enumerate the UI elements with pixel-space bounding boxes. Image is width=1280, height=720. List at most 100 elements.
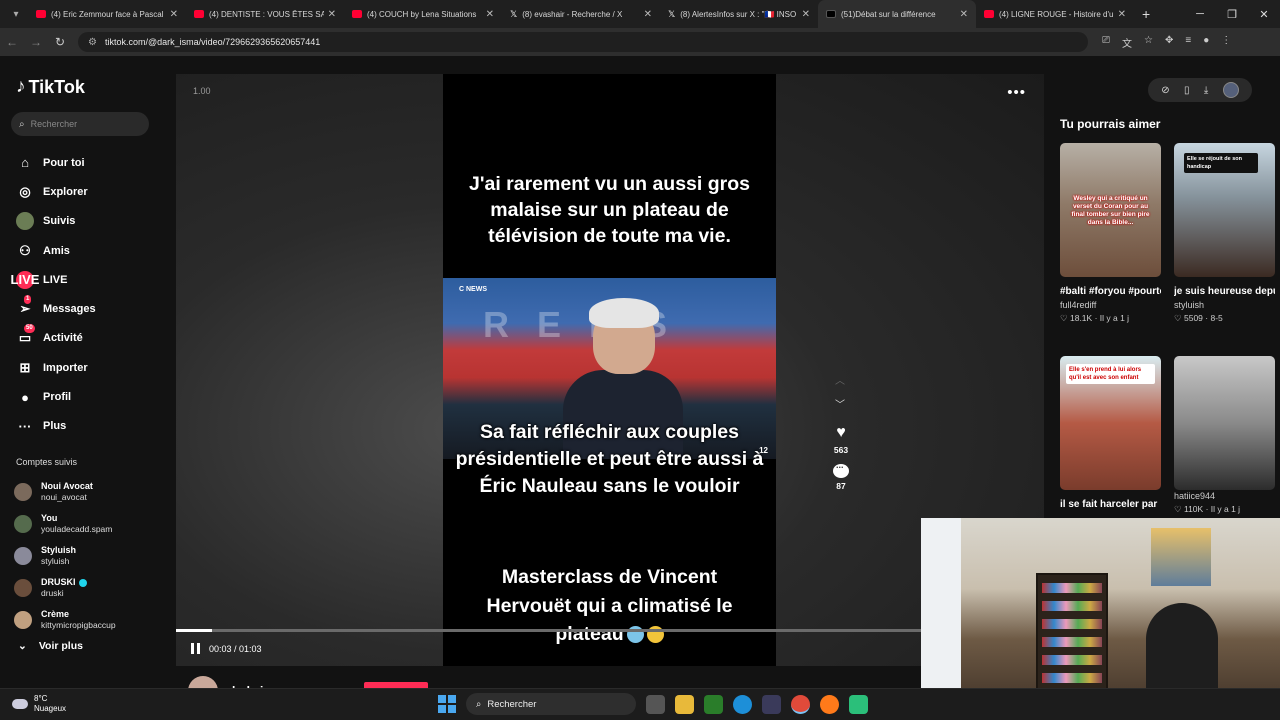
xbox-icon[interactable] bbox=[704, 694, 723, 714]
tab-close-icon[interactable]: ✕ bbox=[802, 9, 810, 20]
nav-item-profil[interactable]: ● Profil bbox=[16, 382, 96, 411]
nav-item-pourtoi[interactable]: ⌂ Pour toi bbox=[16, 148, 96, 177]
browser-tab[interactable]: 𝕏 (8) evashair - Recherche / X ✕ bbox=[502, 0, 660, 28]
close-window-icon[interactable]: ✕ bbox=[1248, 0, 1280, 28]
media-control-icon[interactable]: ≡ bbox=[1185, 35, 1191, 50]
followed-account[interactable]: You youladecadd.spam bbox=[14, 508, 116, 540]
search-placeholder: Rechercher bbox=[30, 119, 78, 129]
video-author[interactable]: full4rediff bbox=[1060, 299, 1161, 312]
recommended-video-card[interactable]: hatiice944 ♡ 110K · Il y a 1 j bbox=[1174, 356, 1275, 516]
user-avatar[interactable] bbox=[1222, 82, 1239, 98]
weather-condition: Nuageux bbox=[34, 704, 67, 713]
following-avatar-icon bbox=[16, 212, 34, 231]
translate-icon[interactable]: 文 bbox=[1122, 35, 1132, 50]
followed-account[interactable]: Noui Avocat noui_avocat bbox=[14, 476, 116, 508]
back-icon[interactable]: ← bbox=[0, 35, 24, 49]
youtube-favicon-icon bbox=[36, 10, 46, 18]
nav-item-suivis[interactable]: Suivis bbox=[16, 207, 96, 236]
file-explorer-icon[interactable] bbox=[675, 694, 694, 714]
see-more-button[interactable]: ⌄ Voir plus bbox=[18, 640, 83, 652]
weather-widget[interactable]: 8°C Nuageux bbox=[12, 694, 66, 714]
followed-account[interactable]: Crème kittymicropigbaccup bbox=[14, 604, 116, 636]
playback-speed[interactable]: 1.00 bbox=[193, 86, 211, 96]
previous-video-icon[interactable]: ︿ bbox=[835, 372, 845, 387]
browser-tab[interactable]: 𝕏 (8) AlertesInfos sur X : "🇫🇷 INSO ✕ bbox=[660, 0, 818, 28]
video-thumbnail[interactable]: Elle se réjouit de son handicap bbox=[1174, 143, 1275, 277]
mobile-view-icon[interactable]: ▯ bbox=[1184, 85, 1190, 96]
cast-icon[interactable]: ⎚ bbox=[1102, 35, 1110, 50]
tab-title: (4) Eric Zemmour face à Pascal bbox=[51, 9, 164, 19]
browser-tab[interactable]: (4) Eric Zemmour face à Pascal ✕ bbox=[28, 0, 186, 28]
search-icon: ⌕ bbox=[19, 118, 25, 130]
spotify-like-icon[interactable] bbox=[849, 694, 868, 714]
recommended-video-card[interactable]: Wesley qui a critiqué un verset du Coran… bbox=[1060, 143, 1161, 325]
video-author[interactable]: hatiice944 bbox=[1174, 490, 1275, 503]
followed-account[interactable]: DRUSKI druski bbox=[14, 572, 116, 604]
avatar bbox=[14, 515, 32, 533]
browser-tab[interactable]: (4) LIGNE ROUGE - Histoire d'u ✕ bbox=[976, 0, 1134, 28]
nav-item-live[interactable]: LIVE LIVE bbox=[11, 265, 96, 294]
nav-item-messages[interactable]: ➢ 1 Messages bbox=[16, 294, 96, 323]
profile-avatar-icon[interactable]: ● bbox=[1203, 35, 1209, 50]
nav-item-activit[interactable]: ▭ 50 Activité bbox=[16, 324, 96, 353]
address-bar[interactable]: ⚙ tiktok.com/@dark_isma/video/7296629365… bbox=[78, 32, 1088, 52]
extensions-icon[interactable]: ✥ bbox=[1165, 35, 1173, 50]
minimize-icon[interactable]: ─ bbox=[1184, 0, 1216, 28]
bookmark-star-icon[interactable]: ☆ bbox=[1144, 35, 1153, 50]
task-view-icon[interactable] bbox=[646, 694, 665, 714]
video-player[interactable]: 1.00 ••• J'ai rarement vu un aussi gros … bbox=[176, 74, 1044, 666]
site-info-icon[interactable]: ⚙ bbox=[88, 37, 97, 48]
new-tab-button[interactable]: + bbox=[1142, 6, 1150, 22]
browser-tab[interactable]: (4) DENTISTE : VOUS ÊTES SALE ✕ bbox=[186, 0, 344, 28]
upload-icon: ⊞ bbox=[19, 359, 31, 375]
more-options-icon[interactable]: ••• bbox=[1007, 84, 1026, 101]
video-title[interactable]: #balti #foryou #pourtoi bbox=[1060, 284, 1161, 299]
edge-icon[interactable] bbox=[733, 694, 752, 714]
windows-start-icon[interactable] bbox=[438, 695, 456, 713]
browser-tab[interactable]: (4) COUCH by Lena Situations ✕ bbox=[344, 0, 502, 28]
nav-item-amis[interactable]: ⚇ Amis bbox=[16, 236, 96, 265]
nav-item-explorer[interactable]: ◎ Explorer bbox=[16, 177, 96, 206]
nav-item-plus[interactable]: ··· Plus bbox=[16, 412, 96, 441]
firefox-icon[interactable] bbox=[820, 694, 839, 714]
store-icon[interactable] bbox=[762, 694, 781, 714]
followed-accounts-list: Noui Avocat noui_avocat You youladecadd.spa… bbox=[14, 476, 116, 636]
tab-close-icon[interactable]: ✕ bbox=[170, 9, 178, 20]
nav-label: Importer bbox=[43, 361, 88, 374]
video-title[interactable]: je suis heureuse depuis que tu es... bbox=[1174, 284, 1275, 299]
tab-close-icon[interactable]: ✕ bbox=[486, 9, 494, 20]
video-progress-bar[interactable] bbox=[176, 629, 921, 632]
next-video-icon[interactable]: ﹀ bbox=[835, 396, 845, 411]
forward-icon[interactable]: → bbox=[24, 35, 48, 49]
tab-close-icon[interactable]: ✕ bbox=[1118, 9, 1126, 20]
tab-close-icon[interactable]: ✕ bbox=[328, 9, 336, 20]
like-heart-icon[interactable]: ♥ bbox=[828, 424, 854, 442]
reload-icon[interactable]: ↻ bbox=[48, 35, 72, 49]
comment-icon[interactable] bbox=[833, 460, 849, 478]
nav-item-importer[interactable]: ⊞ Importer bbox=[16, 353, 96, 382]
recommended-video-card[interactable]: Elle s'en prend à lui alors qu'il est av… bbox=[1060, 356, 1161, 512]
followed-account[interactable]: Styluish styluish bbox=[14, 540, 116, 572]
taskbar-search[interactable]: ⌕ Rechercher bbox=[466, 693, 636, 715]
recommended-video-card[interactable]: Elle se réjouit de son handicap je suis h… bbox=[1174, 143, 1275, 325]
nav-label: Profil bbox=[43, 391, 72, 404]
video-thumbnail[interactable]: Wesley qui a critiqué un verset du Coran… bbox=[1060, 143, 1161, 277]
account-name-text: You bbox=[41, 513, 58, 523]
browser-tab[interactable]: (51)Débat sur la différence ✕ bbox=[818, 0, 976, 28]
tiktok-logo[interactable]: ♪ TikTok bbox=[16, 76, 85, 98]
maximize-icon[interactable]: ❐ bbox=[1216, 0, 1248, 28]
video-thumbnail[interactable] bbox=[1174, 356, 1275, 490]
video-frame[interactable]: J'ai rarement vu un aussi gros malaise s… bbox=[443, 74, 776, 666]
tab-close-icon[interactable]: ✕ bbox=[644, 9, 652, 20]
video-title[interactable]: il se fait harceler par bbox=[1060, 497, 1161, 512]
pause-icon[interactable] bbox=[191, 643, 200, 654]
autoscroll-icon[interactable]: ⊘ bbox=[1161, 85, 1169, 96]
search-input[interactable]: ⌕ Rechercher bbox=[11, 112, 149, 136]
video-author[interactable]: styluish bbox=[1174, 299, 1275, 312]
download-icon[interactable]: ⤓ bbox=[1204, 85, 1208, 96]
video-thumbnail[interactable]: Elle s'en prend à lui alors qu'il est av… bbox=[1060, 356, 1161, 490]
chrome-icon[interactable] bbox=[791, 694, 810, 714]
tab-search-icon[interactable]: ▾ bbox=[4, 0, 28, 28]
tab-close-icon[interactable]: ✕ bbox=[960, 9, 968, 20]
browser-menu-icon[interactable]: ⋮ bbox=[1221, 35, 1231, 50]
